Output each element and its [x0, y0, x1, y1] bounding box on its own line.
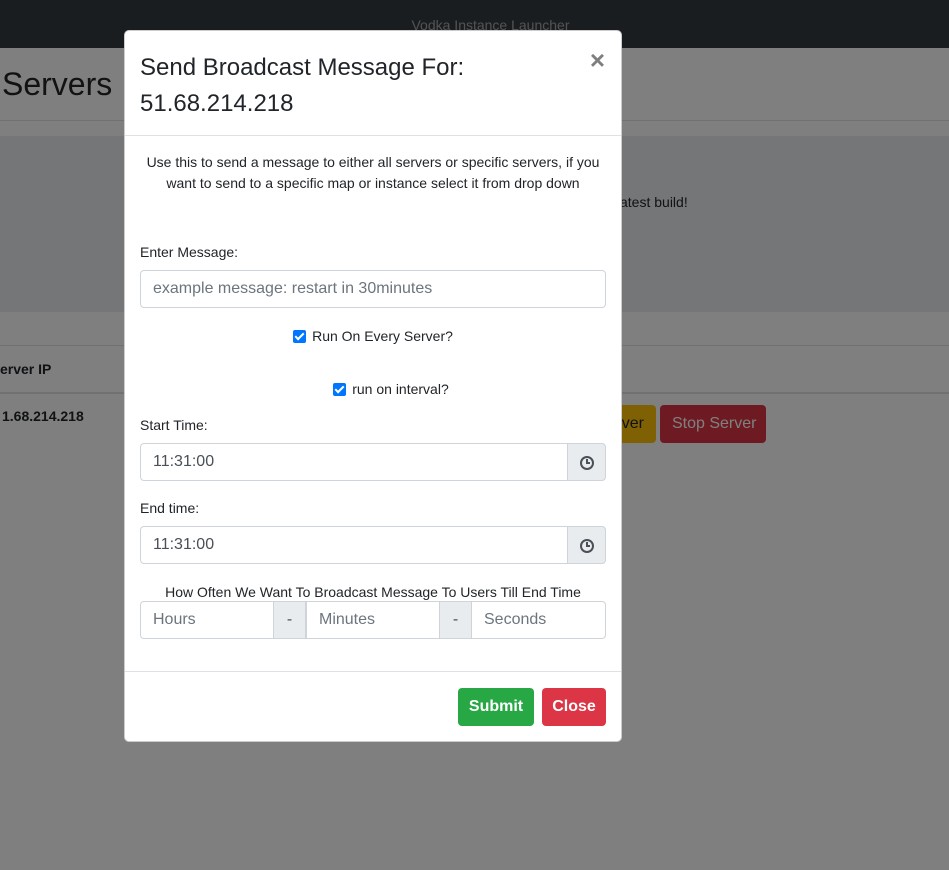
minutes-input[interactable]: Minutes [306, 601, 440, 639]
start-time-group: 11:31:00 [140, 443, 606, 481]
end-time-picker-button[interactable] [567, 526, 606, 564]
modal-header: Send Broadcast Message For: 51.68.214.21… [125, 31, 621, 136]
interval-separator: - [439, 601, 472, 639]
modal-footer-divider [125, 671, 621, 672]
close-button[interactable]: Close [542, 688, 606, 726]
clock-icon [580, 456, 594, 470]
close-icon[interactable]: × [590, 47, 605, 73]
run-every-server-checkbox[interactable] [293, 330, 307, 343]
modal-title-text: Send Broadcast Message For: [140, 54, 465, 81]
end-time-group: 11:31:00 [140, 526, 606, 564]
broadcast-modal: Send Broadcast Message For: 51.68.214.21… [124, 30, 622, 742]
start-time-picker-button[interactable] [567, 443, 606, 481]
run-on-interval-label: run on interval? [352, 381, 449, 397]
run-on-interval-row: run on interval? [125, 381, 621, 397]
interval-title: How Often We Want To Broadcast Message T… [165, 584, 581, 600]
run-every-server-row: Run On Every Server? [125, 328, 621, 344]
modal-title-server-ip: 51.68.214.218 [140, 90, 294, 117]
hours-input[interactable]: Hours [140, 601, 274, 639]
end-time-label: End time: [140, 500, 200, 516]
submit-button[interactable]: Submit [458, 688, 534, 726]
message-label: Enter Message: [140, 244, 239, 260]
end-time-input[interactable]: 11:31:00 [140, 526, 568, 564]
run-on-interval-checkbox[interactable] [333, 383, 347, 396]
clock-icon [580, 539, 594, 553]
interval-separator: - [273, 601, 306, 639]
seconds-input[interactable]: Seconds [471, 601, 606, 639]
interval-inputs: Hours - Minutes - Seconds [140, 601, 606, 639]
modal-title: Send Broadcast Message For: 51.68.214.21… [140, 50, 560, 122]
start-time-label: Start Time: [140, 417, 208, 433]
start-time-input[interactable]: 11:31:00 [140, 443, 568, 481]
run-every-server-label: Run On Every Server? [312, 328, 453, 344]
modal-intro-text: Use this to send a message to either all… [146, 154, 600, 191]
message-input[interactable]: example message: restart in 30minutes [140, 270, 606, 308]
